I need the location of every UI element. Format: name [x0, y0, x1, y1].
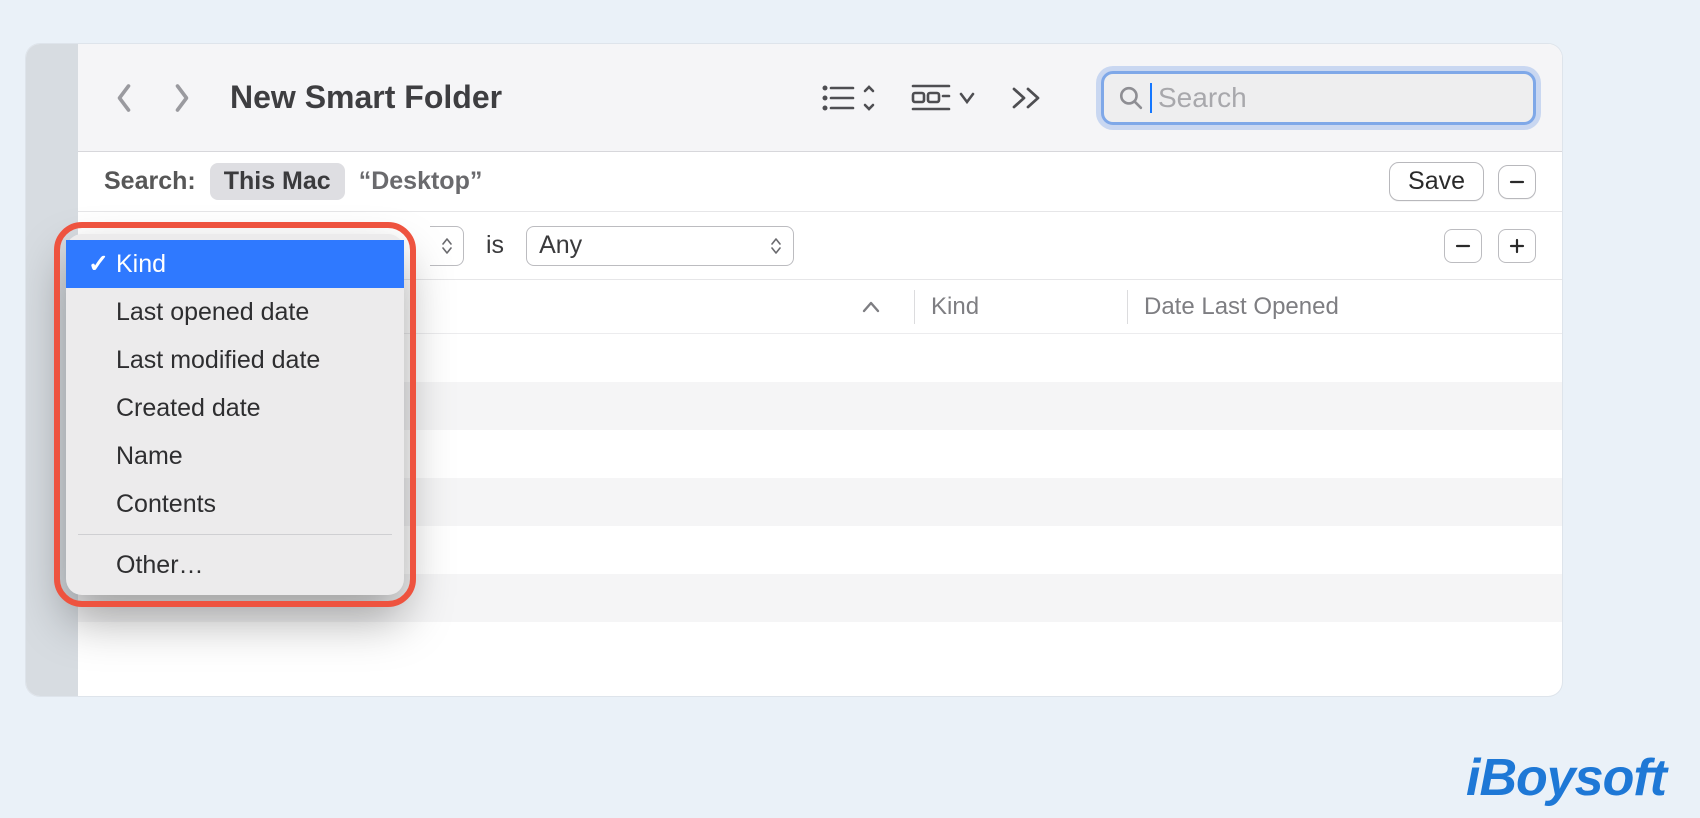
criteria-value-select[interactable]: Any — [526, 226, 794, 266]
popup-separator — [78, 534, 392, 535]
table-row — [78, 622, 1562, 670]
toolbar-controls — [819, 73, 1055, 123]
popup-item-label: Last modified date — [116, 346, 320, 375]
scope-label: Search: — [104, 167, 196, 196]
popup-item-other[interactable]: ✓ Other… — [66, 541, 404, 589]
watermark-logo: iBoysoft — [1466, 748, 1666, 808]
remove-criteria-button[interactable] — [1444, 229, 1482, 263]
scope-this-mac[interactable]: This Mac — [210, 163, 345, 200]
text-caret — [1150, 83, 1152, 113]
search-field[interactable] — [1101, 71, 1536, 125]
forward-button[interactable] — [162, 73, 202, 123]
toolbar-overflow-button[interactable] — [1011, 73, 1045, 123]
back-button[interactable] — [104, 73, 144, 123]
column-kind[interactable]: Kind — [931, 293, 1111, 321]
column-divider — [914, 290, 915, 324]
popup-item-label: Name — [116, 442, 183, 471]
criteria-attribute-popup[interactable]: ✓ Kind ✓ Last opened date ✓ Last modifie… — [66, 234, 404, 595]
criteria-value-label: Any — [539, 231, 582, 260]
remove-criteria-group-button[interactable] — [1498, 165, 1536, 199]
popup-item-last-opened-date[interactable]: ✓ Last opened date — [66, 288, 404, 336]
toolbar: New Smart Folder — [78, 44, 1562, 152]
popup-item-name[interactable]: ✓ Name — [66, 432, 404, 480]
add-criteria-button[interactable] — [1498, 229, 1536, 263]
group-by-button[interactable] — [911, 73, 975, 123]
popup-item-label: Kind — [116, 250, 166, 279]
popup-item-label: Other… — [116, 551, 204, 580]
finder-window: New Smart Folder — [26, 44, 1562, 696]
popup-item-contents[interactable]: ✓ Contents — [66, 480, 404, 528]
search-input[interactable] — [1158, 82, 1519, 114]
criteria-attribute-stepper[interactable] — [430, 226, 464, 266]
popup-item-created-date[interactable]: ✓ Created date — [66, 384, 404, 432]
popup-item-label: Created date — [116, 394, 261, 423]
popup-item-last-modified-date[interactable]: ✓ Last modified date — [66, 336, 404, 384]
scope-desktop[interactable]: “Desktop” — [359, 167, 483, 196]
column-divider — [1127, 290, 1128, 324]
column-date-last-opened[interactable]: Date Last Opened — [1144, 293, 1536, 321]
criteria-operator: is — [486, 231, 504, 260]
view-list-button[interactable] — [819, 73, 875, 123]
popup-item-label: Contents — [116, 490, 216, 519]
save-button[interactable]: Save — [1389, 162, 1484, 201]
checkmark-icon: ✓ — [88, 249, 108, 279]
popup-item-label: Last opened date — [116, 298, 309, 327]
window-title: New Smart Folder — [230, 79, 502, 116]
search-icon — [1118, 84, 1144, 112]
sort-indicator-icon[interactable] — [844, 300, 898, 314]
search-scope-bar: Search: This Mac “Desktop” Save — [78, 152, 1562, 212]
popup-item-kind[interactable]: ✓ Kind — [66, 240, 404, 288]
